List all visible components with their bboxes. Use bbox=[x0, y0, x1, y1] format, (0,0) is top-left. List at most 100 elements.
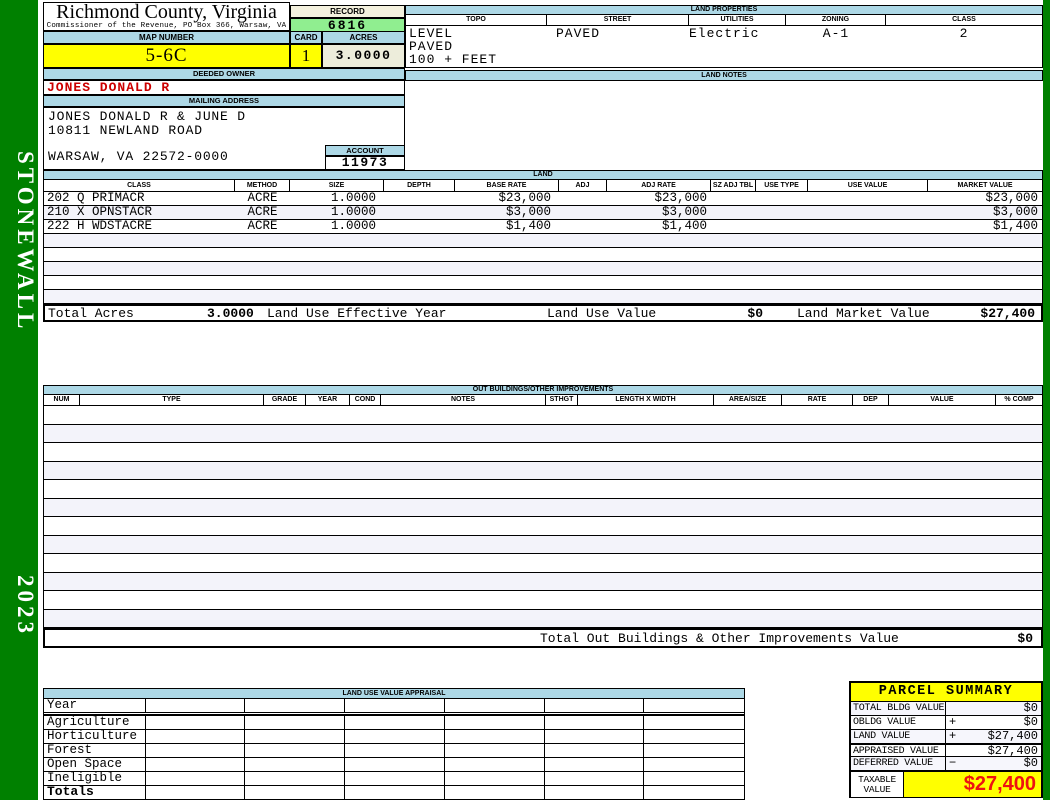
cell-use-type bbox=[756, 192, 808, 205]
appraisal-row: Totals bbox=[44, 785, 744, 800]
total-acres-value: 3.0000 bbox=[207, 306, 254, 321]
cell-sz-adj-tbl bbox=[711, 192, 756, 205]
land-properties-header: LAND PROPERTIES bbox=[405, 5, 1043, 15]
cell-use-value bbox=[808, 220, 928, 233]
mailing-address-header: MAILING ADDRESS bbox=[43, 95, 405, 107]
column-header: USE VALUE bbox=[808, 180, 928, 192]
summary-row-op: − bbox=[949, 756, 957, 770]
parcel-summary-row: DEFERRED VALUE − $0 bbox=[851, 757, 1041, 771]
taxable-value: $27,400 bbox=[904, 772, 1041, 797]
out-buildings-empty-row bbox=[44, 609, 1042, 628]
summary-row-op: + bbox=[949, 729, 957, 743]
account-value: 11973 bbox=[325, 156, 405, 170]
column-header: USE TYPE bbox=[756, 180, 808, 192]
appraisal-cell bbox=[644, 744, 744, 757]
cell-market-value: $3,000 bbox=[992, 206, 1038, 219]
acres-value: 3.0000 bbox=[322, 44, 405, 68]
summary-row-label: OBLDG VALUE bbox=[851, 716, 946, 729]
out-buildings-table: OUT BUILDINGS/OTHER IMPROVEMENTS NUM TYP… bbox=[43, 385, 1043, 648]
parcel-summary-row: TOTAL BLDG VALUE $0 bbox=[851, 702, 1041, 716]
acres-label: ACRES bbox=[322, 31, 405, 44]
card-label: CARD bbox=[290, 31, 322, 44]
column-header: SZ ADJ TBL bbox=[711, 180, 756, 192]
appraisal-cell bbox=[545, 758, 645, 771]
out-buildings-empty-row bbox=[44, 498, 1042, 517]
column-header: GRADE bbox=[264, 395, 306, 406]
cell-method: ACRE bbox=[247, 192, 278, 205]
summary-row-label: LAND VALUE bbox=[851, 730, 946, 743]
cell-method: ACRE bbox=[247, 220, 278, 233]
taxable-value-row: TAXABLE VALUE $27,400 bbox=[851, 771, 1041, 797]
appraisal-row-label: Agriculture bbox=[44, 716, 146, 729]
cell-base-rate: $3,000 bbox=[505, 206, 551, 219]
column-header-street: STREET bbox=[547, 15, 689, 26]
appraisal-cell bbox=[245, 699, 346, 712]
out-buildings-empty-row bbox=[44, 535, 1042, 554]
summary-row-value: $0 bbox=[1023, 756, 1038, 770]
property-record-card: STONEWALL 2023 Richmond County, Virginia… bbox=[0, 0, 1050, 800]
appraisal-row: Forest bbox=[44, 744, 744, 758]
appraisal-cell bbox=[545, 744, 645, 757]
appraisal-cell bbox=[445, 758, 545, 771]
appraisal-cell bbox=[146, 786, 246, 799]
column-header-zoning: ZONING bbox=[786, 15, 886, 26]
summary-row-label: APPRAISED VALUE bbox=[851, 745, 946, 757]
summary-row-label: TOTAL BLDG VALUE bbox=[853, 702, 946, 715]
out-buildings-total-value: $0 bbox=[1017, 631, 1033, 646]
appraisal-cell bbox=[644, 730, 744, 743]
column-header: COND bbox=[350, 395, 381, 406]
column-header: AREA/SIZE bbox=[714, 395, 782, 406]
cell-market-value: $1,400 bbox=[992, 220, 1038, 233]
appraisal-cell bbox=[545, 699, 645, 712]
land-empty-row bbox=[44, 234, 1042, 248]
zoning-value: A-1 bbox=[822, 26, 850, 41]
out-buildings-header: OUT BUILDINGS/OTHER IMPROVEMENTS bbox=[43, 385, 1043, 395]
class-value: 2 bbox=[959, 26, 969, 41]
land-use-effective-year-label: Land Use Effective Year bbox=[267, 306, 447, 321]
cell-sz-adj-tbl bbox=[711, 206, 756, 219]
address-line: WARSAW, VA 22572-0000 bbox=[48, 149, 229, 164]
appraisal-cell bbox=[445, 699, 545, 712]
cell-method: ACRE bbox=[247, 206, 278, 219]
appraisal-cell bbox=[345, 699, 445, 712]
column-header: DEPTH bbox=[384, 180, 455, 192]
column-header: BASE RATE bbox=[455, 180, 559, 192]
summary-row-value: $0 bbox=[1023, 701, 1038, 715]
cell-adj-rate: $3,000 bbox=[661, 206, 707, 219]
cell-adj-rate: $23,000 bbox=[654, 192, 707, 205]
appraisal-cell bbox=[345, 786, 445, 799]
cell-depth bbox=[384, 206, 455, 219]
land-use-value: $0 bbox=[747, 306, 763, 321]
summary-row-value: $0 bbox=[1023, 715, 1038, 729]
card-value: 1 bbox=[290, 44, 322, 68]
cell-adj bbox=[559, 220, 607, 233]
appraisal-cell bbox=[545, 716, 645, 729]
sidebar-district-label: STONEWALL bbox=[13, 151, 38, 333]
appraisal-cell bbox=[445, 716, 545, 729]
cell-adj-rate: $1,400 bbox=[661, 220, 707, 233]
cell-use-value bbox=[808, 192, 928, 205]
column-header: ADJ RATE bbox=[607, 180, 711, 192]
utilities-value: Electric bbox=[689, 26, 760, 41]
out-buildings-empty-row bbox=[44, 572, 1042, 591]
appraisal-cell bbox=[545, 786, 645, 799]
column-header: TYPE bbox=[80, 395, 264, 406]
out-buildings-empty-row bbox=[44, 461, 1042, 480]
appraisal-cell bbox=[644, 758, 744, 771]
land-rows: 202 Q PRIMACR ACRE 1.0000 $23,000 $23,00… bbox=[43, 192, 1043, 304]
summary-row-value: $27,400 bbox=[987, 729, 1038, 743]
appraisal-cell bbox=[345, 758, 445, 771]
deeded-owner-value: JONES DONALD R bbox=[43, 80, 405, 95]
appraisal-cell bbox=[345, 730, 445, 743]
land-empty-row bbox=[44, 276, 1042, 290]
cell-size: 1.0000 bbox=[330, 220, 376, 233]
taxable-value-label: TAXABLE VALUE bbox=[851, 772, 904, 797]
column-header: VALUE bbox=[889, 395, 996, 406]
map-number-value: 5-6C bbox=[43, 44, 290, 68]
appraisal-cell bbox=[245, 730, 346, 743]
land-use-appraisal-header: LAND USE VALUE APPRAISAL bbox=[43, 688, 745, 699]
column-header: % COMP bbox=[996, 395, 1042, 406]
land-notes-header: LAND NOTES bbox=[405, 70, 1043, 81]
appraisal-cell bbox=[146, 758, 246, 771]
cell-adj bbox=[559, 192, 607, 205]
